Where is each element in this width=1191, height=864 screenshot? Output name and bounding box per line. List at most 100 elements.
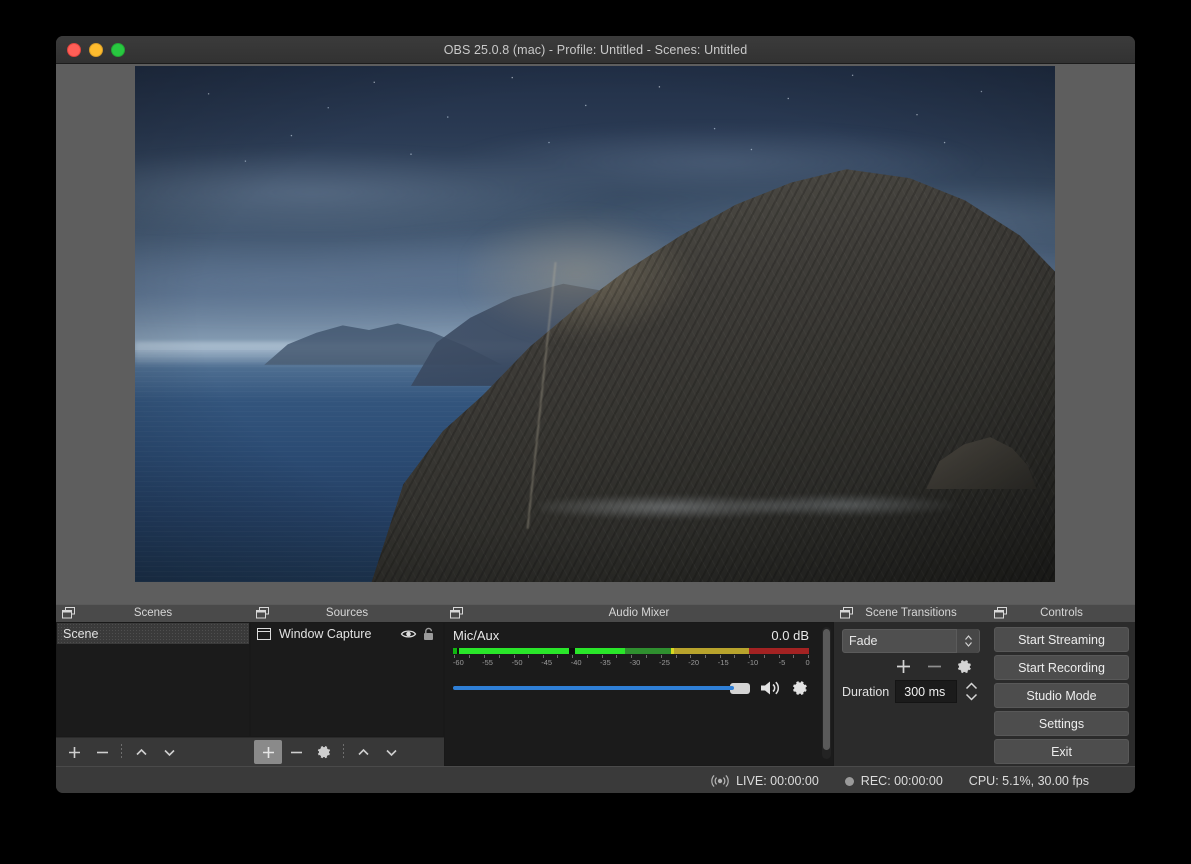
- maximize-button[interactable]: [111, 42, 125, 57]
- broadcast-icon: [711, 774, 729, 788]
- window-capture-icon: [257, 627, 271, 640]
- transition-select[interactable]: Fade: [842, 629, 980, 653]
- add-transition-button[interactable]: [895, 658, 912, 675]
- undock-icon[interactable]: [450, 607, 464, 619]
- sources-dock-header: Sources: [250, 604, 444, 622]
- dock-row: Scenes Scene Sources Window Capture Audi…: [56, 604, 1135, 766]
- mixer-scrollbar[interactable]: [822, 627, 831, 759]
- record-dot-icon: [844, 776, 854, 786]
- scene-name: Scene: [63, 626, 99, 641]
- scene-transitions-dock: Scene Transitions Fade Duration 300 ms: [834, 604, 988, 766]
- meter-tick-label: -10: [747, 658, 759, 667]
- meter-tick-label: 0: [805, 658, 810, 667]
- undock-icon[interactable]: [994, 607, 1008, 619]
- mixer-controls-row: [453, 679, 823, 697]
- sources-panel-title: Sources: [325, 607, 369, 619]
- sources-dock-body: Window Capture: [250, 622, 444, 766]
- mixer-meter-wrap: -60 -55 -50 -45 -40 -35 -30 -25 -20 -15 …: [453, 648, 823, 668]
- controls-dock-header: Controls: [988, 604, 1135, 622]
- controls-dock-body: Start Streaming Start Recording Studio M…: [988, 622, 1135, 766]
- undock-icon[interactable]: [62, 607, 76, 619]
- scenes-toolbar: [56, 737, 250, 766]
- eye-icon[interactable]: [400, 627, 417, 641]
- move-scene-up-button[interactable]: [127, 740, 155, 764]
- meter-tick-label: -15: [717, 658, 729, 667]
- scenes-list[interactable]: Scene: [56, 622, 250, 737]
- mixer-scrollbar-thumb[interactable]: [823, 629, 830, 751]
- sources-toolbar: [250, 737, 444, 766]
- scenes-dock: Scenes Scene: [56, 604, 250, 766]
- sources-toolbar-separator: [343, 744, 344, 760]
- minimize-button[interactable]: [89, 42, 103, 57]
- meter-tick-label: -55: [482, 658, 493, 667]
- remove-scene-button[interactable]: [88, 740, 116, 764]
- transition-properties-gear-icon[interactable]: [957, 659, 973, 675]
- window-title: OBS 25.0.8 (mac) - Profile: Untitled - S…: [443, 42, 748, 57]
- add-scene-button[interactable]: [60, 740, 88, 764]
- traffic-light-buttons: [67, 36, 125, 63]
- mixer-channel-strip: Mic/Aux 0.0 dB -60 -55 -50 -45 -40 -35 -…: [444, 622, 834, 766]
- wallpaper-vignette: [135, 66, 1055, 582]
- scenes-dock-body: Scene: [56, 622, 250, 766]
- start-recording-button[interactable]: Start Recording: [994, 655, 1129, 680]
- duration-stepper[interactable]: [963, 680, 980, 703]
- scenes-toolbar-separator: [121, 744, 122, 760]
- meter-tick-label: -5: [778, 658, 786, 667]
- meter-tick-label: -50: [511, 658, 523, 667]
- close-button[interactable]: [67, 42, 81, 57]
- rec-timer: REC: 00:00:00: [860, 774, 943, 788]
- audio-mixer-dock: Audio Mixer Mic/Aux 0.0 dB -60 -55 -50 -…: [444, 604, 834, 766]
- unlock-icon[interactable]: [420, 627, 437, 641]
- volume-meter: [453, 648, 809, 654]
- window-title-bar: OBS 25.0.8 (mac) - Profile: Untitled - S…: [56, 36, 1135, 64]
- meter-tick-label: -35: [599, 658, 611, 667]
- obs-main-window: OBS 25.0.8 (mac) - Profile: Untitled - S…: [56, 36, 1135, 793]
- status-bar: LIVE: 00:00:00 REC: 00:00:00 CPU: 5.1%, …: [56, 766, 1135, 793]
- transitions-dock-body: Fade Duration 300 ms: [834, 622, 988, 766]
- exit-button[interactable]: Exit: [994, 739, 1129, 764]
- duration-input[interactable]: 300 ms: [895, 680, 957, 703]
- meter-tick-label: -60: [452, 658, 464, 667]
- move-source-down-button[interactable]: [377, 740, 405, 764]
- controls-dock: Controls Start Streaming Start Recording…: [988, 604, 1135, 766]
- scene-list-item[interactable]: Scene: [57, 623, 249, 644]
- source-list-item[interactable]: Window Capture: [251, 623, 443, 644]
- transition-duration-row: Duration 300 ms: [842, 680, 980, 703]
- mixer-settings-gear-icon[interactable]: [792, 680, 809, 697]
- preview-area: [56, 64, 1135, 604]
- source-properties-gear-icon[interactable]: [310, 740, 338, 764]
- live-timer: LIVE: 00:00:00: [736, 774, 819, 788]
- preview-canvas[interactable]: [135, 66, 1055, 582]
- undock-icon[interactable]: [256, 607, 270, 619]
- move-source-up-button[interactable]: [349, 740, 377, 764]
- meter-tick-label: -30: [629, 658, 641, 667]
- live-status: LIVE: 00:00:00: [711, 774, 819, 788]
- mixer-dock-header: Audio Mixer: [444, 604, 834, 622]
- meter-scale: -60 -55 -50 -45 -40 -35 -30 -25 -20 -15 …: [452, 655, 810, 668]
- cpu-fps-readout: CPU: 5.1%, 30.00 fps: [968, 774, 1089, 788]
- volume-slider[interactable]: [453, 686, 734, 690]
- speaker-icon[interactable]: [759, 679, 783, 697]
- cpu-status: CPU: 5.1%, 30.00 fps: [969, 774, 1089, 788]
- mixer-panel-title: Audio Mixer: [608, 607, 670, 619]
- studio-mode-button[interactable]: Studio Mode: [994, 683, 1129, 708]
- meter-tick-label: -20: [688, 658, 700, 667]
- duration-label: Duration: [842, 684, 890, 699]
- start-streaming-button[interactable]: Start Streaming: [994, 627, 1129, 652]
- move-scene-down-button[interactable]: [155, 740, 183, 764]
- source-name: Window Capture: [279, 626, 372, 641]
- sources-list[interactable]: Window Capture: [250, 622, 444, 737]
- settings-button[interactable]: Settings: [994, 711, 1129, 736]
- meter-tick-label: -45: [541, 658, 553, 667]
- sources-dock: Sources Window Capture: [250, 604, 444, 766]
- undock-icon[interactable]: [840, 607, 854, 619]
- transition-select-stepper-icon[interactable]: [956, 629, 979, 653]
- add-source-button[interactable]: [254, 740, 282, 764]
- meter-tick-label: -40: [570, 658, 582, 667]
- rec-status: REC: 00:00:00: [844, 774, 943, 788]
- mixer-channel-name: Mic/Aux: [453, 628, 500, 643]
- remove-source-button[interactable]: [282, 740, 310, 764]
- remove-transition-button[interactable]: [926, 658, 943, 675]
- transition-selected-value: Fade: [849, 634, 878, 648]
- mixer-dock-body: Mic/Aux 0.0 dB -60 -55 -50 -45 -40 -35 -…: [444, 622, 834, 766]
